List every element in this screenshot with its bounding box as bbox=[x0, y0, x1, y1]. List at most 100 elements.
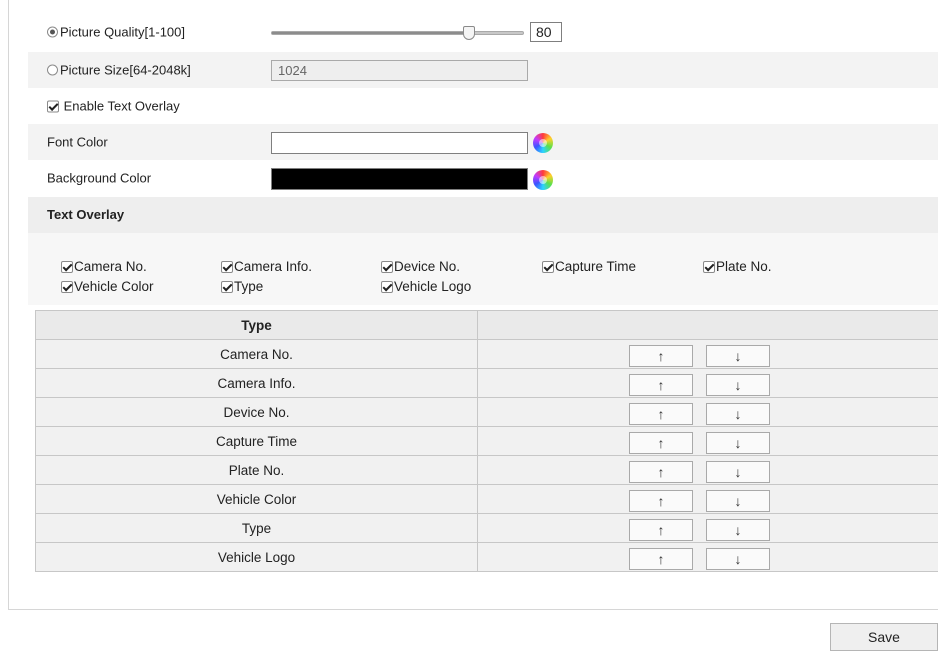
overlay-order-table: Type Camera No.↑↓Camera Info.↑↓Device No… bbox=[35, 310, 938, 572]
row-order-cell: ↑↓ bbox=[478, 398, 938, 427]
row-type-label: Vehicle Logo bbox=[36, 543, 478, 572]
row-order-cell: ↑↓ bbox=[478, 485, 938, 514]
section-title: Text Overlay bbox=[47, 207, 124, 222]
option-vehicle-color[interactable]: Vehicle Color bbox=[61, 279, 154, 294]
move-up-button[interactable]: ↑ bbox=[629, 345, 693, 367]
save-button[interactable]: Save bbox=[830, 623, 938, 651]
option-capture-time[interactable]: Capture Time bbox=[542, 259, 636, 274]
quality-slider[interactable] bbox=[271, 31, 524, 35]
checkbox[interactable] bbox=[221, 281, 233, 293]
size-radio[interactable] bbox=[47, 65, 58, 76]
order-buttons: ↑↓ bbox=[478, 517, 938, 539]
option-label: Capture Time bbox=[555, 259, 636, 274]
option-label: Plate No. bbox=[716, 259, 772, 274]
order-buttons: ↑↓ bbox=[478, 459, 938, 481]
row-order-cell: ↑↓ bbox=[478, 427, 938, 456]
row-order-cell: ↑↓ bbox=[478, 369, 938, 398]
row-type-label: Capture Time bbox=[36, 427, 478, 456]
option-label: Camera Info. bbox=[234, 259, 312, 274]
order-buttons: ↑↓ bbox=[478, 343, 938, 365]
quality-radio[interactable] bbox=[47, 27, 58, 38]
move-up-button[interactable]: ↑ bbox=[629, 432, 693, 454]
option-device-no[interactable]: Device No. bbox=[381, 259, 460, 274]
move-down-button[interactable]: ↓ bbox=[706, 490, 770, 512]
option-label: Vehicle Logo bbox=[394, 279, 471, 294]
option-label: Device No. bbox=[394, 259, 460, 274]
move-up-button[interactable]: ↑ bbox=[629, 519, 693, 541]
table-row: Capture Time↑↓ bbox=[36, 427, 938, 456]
move-up-button[interactable]: ↑ bbox=[629, 490, 693, 512]
size-option[interactable]: Picture Size[64-2048k] bbox=[47, 63, 191, 78]
row-type-label: Camera Info. bbox=[36, 369, 478, 398]
row-order-cell: ↑↓ bbox=[478, 340, 938, 369]
order-buttons: ↑↓ bbox=[478, 488, 938, 510]
option-label: Vehicle Color bbox=[74, 279, 154, 294]
checkbox[interactable] bbox=[381, 281, 393, 293]
option-vehicle-logo[interactable]: Vehicle Logo bbox=[381, 279, 471, 294]
row-order-cell: ↑↓ bbox=[478, 514, 938, 543]
bg-color-label: Background Color bbox=[47, 171, 151, 186]
row-type-label: Device No. bbox=[36, 398, 478, 427]
text-overlay-header: Text Overlay bbox=[28, 197, 938, 233]
option-camera-no[interactable]: Camera No. bbox=[61, 259, 147, 274]
overlay-toggle[interactable]: Enable Text Overlay bbox=[47, 99, 180, 114]
option-label: Type bbox=[234, 279, 263, 294]
header-order bbox=[478, 311, 938, 340]
move-up-button[interactable]: ↑ bbox=[629, 548, 693, 570]
checkbox[interactable] bbox=[381, 261, 393, 273]
table-row: Camera No.↑↓ bbox=[36, 340, 938, 369]
table-row: Vehicle Color↑↓ bbox=[36, 485, 938, 514]
option-type[interactable]: Type bbox=[221, 279, 263, 294]
order-buttons: ↑↓ bbox=[478, 546, 938, 568]
move-down-button[interactable]: ↓ bbox=[706, 461, 770, 483]
option-plate-no[interactable]: Plate No. bbox=[703, 259, 772, 274]
table-row: Camera Info.↑↓ bbox=[36, 369, 938, 398]
move-down-button[interactable]: ↓ bbox=[706, 548, 770, 570]
overlay-checkbox[interactable] bbox=[47, 101, 59, 113]
quality-label: Picture Quality[1-100] bbox=[60, 25, 185, 40]
checkbox[interactable] bbox=[542, 261, 554, 273]
quality-value-input[interactable]: 80 bbox=[530, 22, 562, 42]
row-type-label: Camera No. bbox=[36, 340, 478, 369]
move-down-button[interactable]: ↓ bbox=[706, 519, 770, 541]
table-header: Type bbox=[36, 311, 938, 340]
quality-row: Picture Quality[1-100] 80 bbox=[28, 14, 938, 50]
row-order-cell: ↑↓ bbox=[478, 543, 938, 572]
size-row: Picture Size[64-2048k] 1024 bbox=[28, 52, 938, 88]
move-up-button[interactable]: ↑ bbox=[629, 403, 693, 425]
table-row: Type↑↓ bbox=[36, 514, 938, 543]
row-type-label: Vehicle Color bbox=[36, 485, 478, 514]
checkbox[interactable] bbox=[703, 261, 715, 273]
size-input[interactable]: 1024 bbox=[271, 60, 528, 81]
overlay-toggle-label: Enable Text Overlay bbox=[64, 99, 180, 114]
font-color-swatch[interactable] bbox=[271, 132, 528, 154]
table-row: Plate No.↑↓ bbox=[36, 456, 938, 485]
move-up-button[interactable]: ↑ bbox=[629, 461, 693, 483]
quality-option[interactable]: Picture Quality[1-100] bbox=[47, 25, 185, 40]
row-order-cell: ↑↓ bbox=[478, 456, 938, 485]
move-down-button[interactable]: ↓ bbox=[706, 345, 770, 367]
move-down-button[interactable]: ↓ bbox=[706, 432, 770, 454]
checkbox[interactable] bbox=[61, 261, 73, 273]
checkbox[interactable] bbox=[61, 281, 73, 293]
quality-slider-fill bbox=[272, 32, 469, 34]
move-down-button[interactable]: ↓ bbox=[706, 374, 770, 396]
option-camera-info[interactable]: Camera Info. bbox=[221, 259, 312, 274]
overlay-options: Camera No. Camera Info. Device No. Captu… bbox=[28, 233, 938, 305]
color-picker-icon[interactable] bbox=[533, 133, 553, 153]
color-picker-icon[interactable] bbox=[533, 170, 553, 190]
move-down-button[interactable]: ↓ bbox=[706, 403, 770, 425]
overlay-toggle-row: Enable Text Overlay bbox=[28, 88, 938, 124]
order-buttons: ↑↓ bbox=[478, 430, 938, 452]
row-type-label: Type bbox=[36, 514, 478, 543]
size-label: Picture Size[64-2048k] bbox=[60, 63, 191, 78]
table-row: Device No.↑↓ bbox=[36, 398, 938, 427]
quality-slider-thumb[interactable] bbox=[463, 26, 475, 40]
move-up-button[interactable]: ↑ bbox=[629, 374, 693, 396]
bg-color-swatch[interactable] bbox=[271, 168, 528, 190]
checkbox[interactable] bbox=[221, 261, 233, 273]
font-color-row: Font Color bbox=[28, 124, 938, 160]
font-color-label: Font Color bbox=[47, 135, 108, 150]
order-buttons: ↑↓ bbox=[478, 401, 938, 423]
order-buttons: ↑↓ bbox=[478, 372, 938, 394]
